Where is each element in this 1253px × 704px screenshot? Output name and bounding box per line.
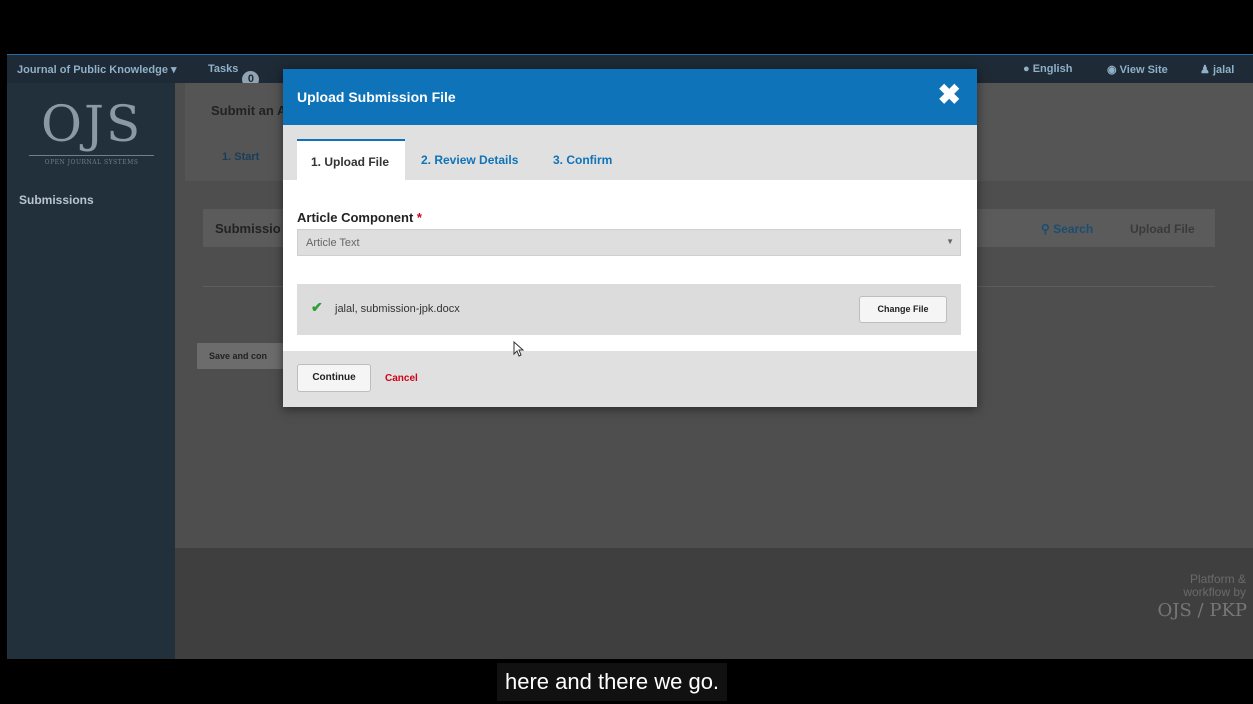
- article-component-label: Article Component *: [297, 210, 422, 225]
- tab-confirm[interactable]: 3. Confirm: [553, 153, 612, 167]
- user-menu[interactable]: ♟ jalal: [1200, 63, 1234, 76]
- sidebar: OJS OPEN JOURNAL SYSTEMS Submissions: [7, 83, 175, 659]
- cancel-link[interactable]: Cancel: [385, 373, 418, 384]
- uploaded-file-name: jalal, submission-jpk.docx: [335, 303, 460, 315]
- change-file-button[interactable]: Change File: [859, 296, 947, 323]
- continue-button[interactable]: Continue: [297, 364, 371, 392]
- language-menu[interactable]: ● English: [1023, 63, 1072, 75]
- chevron-down-icon: ▼: [946, 237, 954, 246]
- tab-upload-file-label: 1. Upload File: [311, 155, 390, 169]
- pkp-logo[interactable]: OJS / PKP: [1158, 600, 1247, 621]
- footer-line-2: workflow by: [1183, 585, 1246, 599]
- check-icon: ✔: [311, 299, 323, 315]
- screen: Journal of Public Knowledge ▾ Tasks 0 ● E…: [7, 54, 1253, 659]
- search-icon: ⚲: [1041, 222, 1050, 236]
- user-icon: ♟: [1200, 64, 1210, 76]
- user-label: jalal: [1212, 64, 1235, 76]
- cursor-icon: [513, 341, 525, 357]
- panel-title: Submissio: [215, 221, 281, 236]
- dialog-title: Upload Submission File: [297, 89, 456, 105]
- article-component-text: Article Component: [297, 210, 414, 225]
- ojs-logo[interactable]: OJS: [41, 95, 142, 153]
- sidebar-item-submissions[interactable]: Submissions: [19, 193, 94, 207]
- tasks-menu[interactable]: Tasks 0: [208, 63, 260, 88]
- footer: Platform & workflow by OJS / PKP: [175, 548, 1253, 659]
- required-marker: *: [416, 210, 422, 225]
- close-icon[interactable]: ✖: [938, 81, 961, 109]
- video-caption: here and there we go.: [497, 663, 728, 701]
- ojs-logo-subtitle: OPEN JOURNAL SYSTEMS: [29, 155, 154, 166]
- journal-name: Journal of Public Knowledge: [17, 64, 168, 76]
- dialog-header: Upload Submission File ✖: [283, 69, 977, 125]
- tab-start[interactable]: 1. Start: [222, 151, 259, 163]
- footer-credit: Platform & workflow by: [1183, 573, 1246, 599]
- upload-file-link[interactable]: Upload File: [1130, 222, 1195, 236]
- upload-submission-file-dialog: Upload Submission File ✖ 1. Upload File …: [283, 69, 977, 407]
- dialog-footer: Continue Cancel: [283, 351, 977, 407]
- journal-switcher[interactable]: Journal of Public Knowledge ▾: [17, 63, 177, 76]
- tab-review-details[interactable]: 2. Review Details: [421, 153, 518, 167]
- language-label: English: [1032, 63, 1073, 75]
- article-component-value: Article Text: [306, 237, 360, 249]
- search-link[interactable]: ⚲ Search: [1041, 222, 1093, 236]
- dialog-tabs: 1. Upload File 2. Review Details 3. Conf…: [283, 125, 977, 182]
- globe-icon: ●: [1023, 63, 1030, 75]
- tab-upload-file[interactable]: 1. Upload File: [297, 139, 405, 182]
- eye-icon: ◉: [1107, 64, 1117, 76]
- footer-line-1: Platform &: [1189, 572, 1246, 586]
- article-component-select[interactable]: Article Text ▼: [297, 229, 961, 256]
- page-title: Submit an A: [211, 103, 287, 118]
- chevron-down-icon: ▾: [171, 64, 177, 76]
- view-site-label: View Site: [1119, 64, 1168, 76]
- uploaded-file-box: ✔ jalal, submission-jpk.docx Change File: [297, 284, 961, 335]
- search-label: Search: [1053, 222, 1094, 236]
- view-site-link[interactable]: ◉ View Site: [1107, 63, 1168, 76]
- tasks-label: Tasks: [208, 63, 239, 75]
